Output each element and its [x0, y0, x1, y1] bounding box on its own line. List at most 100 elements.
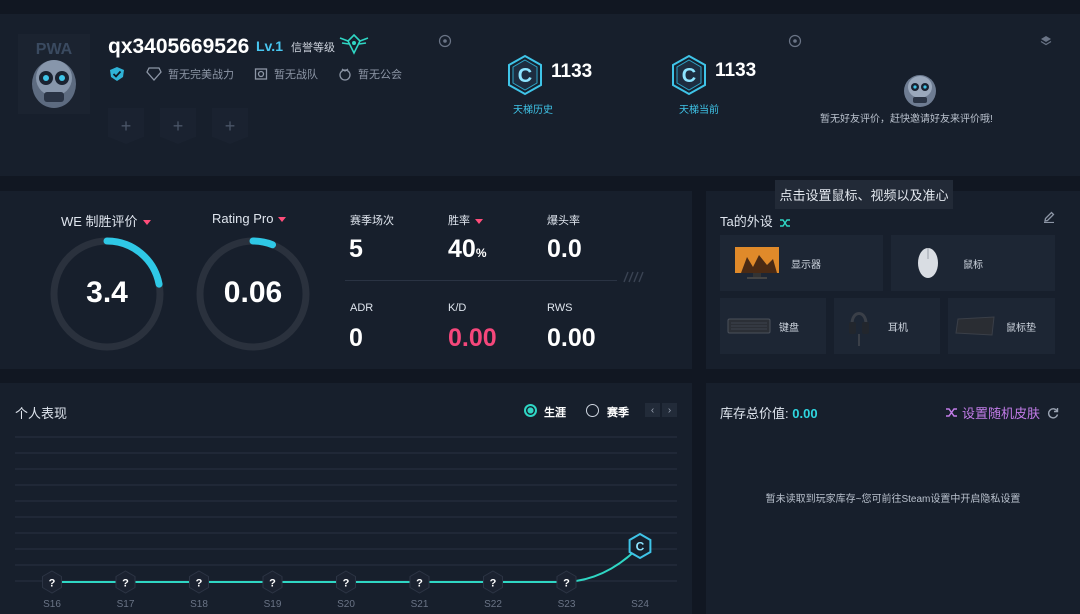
inventory-empty-message: 暂未读取到玩家库存~您可前往Steam设置中开启隐私设置	[765, 494, 1021, 505]
target-icon[interactable]	[438, 34, 452, 48]
tag-guild: 暂无公会	[358, 69, 402, 81]
inventory-title-text: 库存总价值:	[720, 406, 789, 421]
keyboard-icon	[727, 318, 771, 334]
season-marker-symbol: ?	[416, 578, 423, 590]
peripheral-card-mouse[interactable]: 鼠标	[891, 235, 1055, 291]
peripheral-card-mousepad[interactable]: 鼠标垫	[948, 298, 1055, 354]
shuffle-icon	[946, 408, 957, 417]
shuffle-icon[interactable]	[779, 218, 791, 228]
season-rank-marker[interactable]: C	[628, 532, 652, 560]
credit-level-label: 信誉等级	[291, 42, 335, 54]
badge-slot[interactable]: +	[108, 108, 144, 144]
ladder-current-label: 天梯当前	[679, 105, 719, 116]
username: qx3405669526	[108, 35, 250, 58]
layers-icon[interactable]	[1040, 35, 1052, 47]
season-unknown-marker[interactable]: ?	[483, 570, 503, 594]
ladder-current-value: 1133	[715, 60, 757, 81]
team-icon	[254, 68, 268, 80]
peripheral-label: 鼠标垫	[1006, 322, 1036, 334]
adr-value: 0	[349, 324, 363, 352]
season-unknown-marker[interactable]: ?	[189, 570, 209, 594]
rws-value: 0.00	[547, 324, 596, 352]
stats-divider	[345, 280, 617, 281]
guild-icon	[339, 68, 351, 81]
season-label: S16	[43, 599, 61, 610]
peripheral-card-headset[interactable]: 耳机	[834, 298, 940, 354]
season-marker-symbol: ?	[196, 578, 203, 590]
season-unknown-marker[interactable]: ?	[115, 570, 136, 594]
win-rate-number: 40	[448, 235, 476, 263]
season-matches-label: 赛季场次	[350, 215, 394, 227]
badge-slot[interactable]: +	[160, 108, 196, 144]
ladder-history-value: 1133	[551, 61, 593, 82]
profile-panel: PWA qx3405669526 Lv.1 信誉等级 暂无完美战力 暂无战队 暂…	[0, 14, 1080, 176]
win-rate-value: 40%	[448, 235, 486, 264]
season-label: S24	[631, 599, 649, 610]
inventory-panel: 库存总价值: 0.00 设置随机皮肤 暂未读取到玩家库存~您可前往Steam设置…	[706, 383, 1080, 614]
ladder-rank-badge: C	[672, 54, 706, 96]
ladder-rank-letter: C	[682, 65, 696, 87]
shield-check-icon	[110, 67, 124, 81]
kd-label: K/D	[448, 302, 467, 314]
rws-label: RWS	[547, 302, 573, 314]
badge-slot[interactable]: +	[212, 108, 248, 144]
refresh-icon[interactable]	[1047, 407, 1059, 419]
peripherals-title-text: Ta的外设	[720, 214, 773, 229]
season-unknown-marker[interactable]: ?	[262, 570, 283, 594]
mascot-icon	[904, 75, 936, 107]
friend-review-empty: 暂无好友评价，赶快邀请好友来评价哦!	[820, 114, 993, 125]
rating-pro-value: 0.06	[223, 276, 283, 309]
season-marker-symbol: ?	[122, 578, 129, 590]
headshot-rate-label: 爆头率	[547, 215, 580, 227]
edit-icon[interactable]	[1043, 211, 1055, 223]
stats-panel: WE 制胜评价 3.4 Rating Pro 0.06 赛季场次 5 胜率 40…	[0, 191, 692, 369]
season-unknown-marker[interactable]: ?	[409, 570, 430, 594]
tag-combat-power: 暂无完美战力	[168, 69, 234, 81]
peripheral-card-keyboard[interactable]: 键盘	[720, 298, 826, 354]
inventory-title: 库存总价值: 0.00	[720, 403, 818, 422]
level-badge: Lv.1	[256, 38, 283, 54]
performance-chart: ??????? ? C S16 S17 S18 S19 S20 S21 S22 S23 S24	[15, 436, 677, 610]
performance-panel: 个人表现 生涯 赛季 ‹ › ???????? C S16 S17 S18 S19 S20…	[0, 383, 692, 614]
season-unknown-marker[interactable]: ?	[336, 570, 356, 594]
we-rating-title-text: WE 制胜评价	[61, 214, 138, 229]
inventory-value: 0.00	[792, 406, 818, 421]
mouse-icon	[918, 248, 938, 278]
season-matches-value: 5	[349, 235, 363, 263]
diamond-icon	[146, 67, 162, 81]
stripes-decoration	[623, 271, 644, 283]
peripheral-card-monitor[interactable]: 显示器	[720, 235, 883, 291]
season-unknown-marker[interactable]: ?	[42, 570, 62, 594]
season-marker-symbol: ?	[343, 578, 350, 590]
peripheral-tooltip: 点击设置鼠标、视频以及准心	[775, 180, 953, 209]
we-rating-title[interactable]: WE 制胜评价	[61, 211, 151, 230]
season-label: S22	[484, 599, 502, 610]
season-unknown-marker[interactable]: ?	[556, 570, 577, 594]
win-rate-label[interactable]: 胜率	[448, 212, 483, 228]
headshot-rate-value: 0.0	[547, 235, 582, 263]
caret-down-icon	[278, 217, 287, 223]
season-marker-symbol: ?	[49, 578, 56, 590]
mousepad-icon	[955, 316, 995, 336]
season-marker-symbol: ?	[563, 578, 570, 590]
season-label: S23	[558, 599, 576, 610]
peripheral-label: 显示器	[791, 259, 821, 271]
caret-down-icon	[475, 218, 483, 224]
peripherals-title: Ta的外设	[720, 211, 791, 230]
svg-text:PWA: PWA	[36, 41, 73, 58]
ladder-history-label: 天梯历史	[513, 105, 553, 116]
adr-label: ADR	[350, 302, 374, 314]
ladder-rank-letter: C	[518, 65, 532, 87]
season-label: S17	[117, 599, 135, 610]
peripheral-label: 鼠标	[963, 259, 983, 271]
target-icon[interactable]	[788, 34, 802, 48]
season-marker-symbol: C	[636, 540, 645, 554]
avatar[interactable]: PWA	[18, 34, 90, 114]
credit-wings-icon	[339, 33, 369, 55]
win-rate-unit: %	[475, 246, 487, 260]
random-skin-button[interactable]: 设置随机皮肤	[945, 403, 1059, 422]
win-rate-label-text: 胜率	[448, 215, 470, 227]
ladder-rank-badge: C	[508, 54, 542, 96]
random-skin-label: 设置随机皮肤	[962, 406, 1041, 421]
rating-pro-title[interactable]: Rating Pro	[212, 211, 287, 226]
